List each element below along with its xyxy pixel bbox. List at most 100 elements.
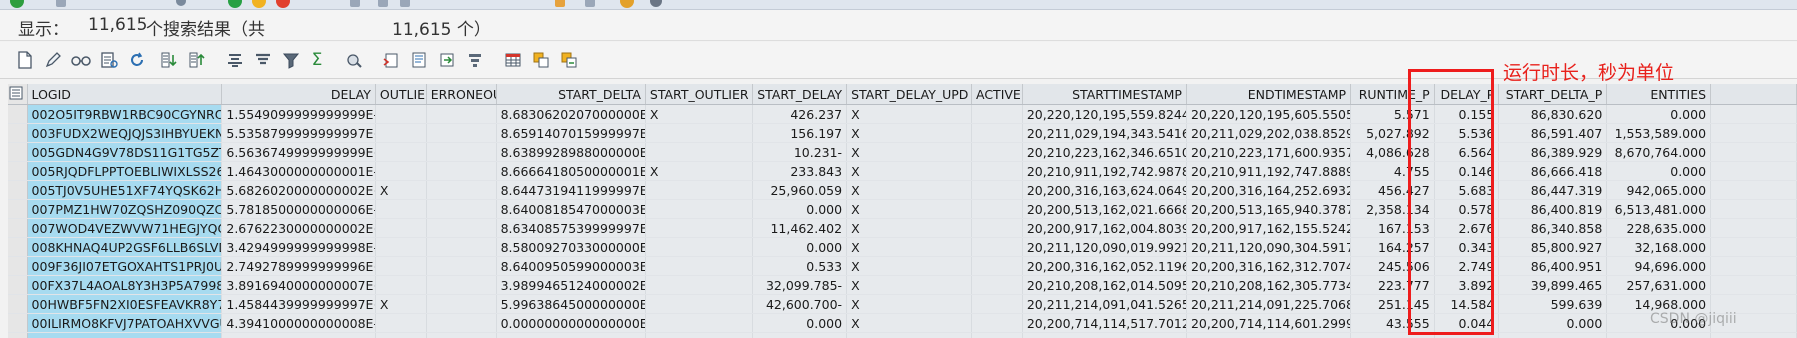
cell-delay[interactable]: 7.2832100000000001E+00 [221, 332, 376, 338]
cell-start-outlier[interactable] [645, 256, 753, 276]
cell-outlier[interactable] [375, 275, 427, 295]
cell-erroneous[interactable] [426, 218, 497, 238]
cell-delay-p[interactable]: 5.683 [1434, 180, 1500, 200]
cell-start-outlier[interactable] [645, 199, 753, 219]
cell-start-delta[interactable]: 8.6830620207000000E+04 [496, 104, 646, 124]
cell-start-delta-p[interactable]: 86,400.951 [1498, 256, 1608, 276]
cell-start-delta-p[interactable]: 86,340.858 [1498, 218, 1608, 238]
cell-starttimestamp[interactable]: 20,200,316,163,624.0649460 [1022, 180, 1187, 200]
cell-active[interactable] [971, 142, 1023, 162]
cell-outlier[interactable] [375, 313, 427, 333]
row-selector[interactable] [8, 332, 28, 338]
sum-icon[interactable]: Σ [306, 49, 328, 71]
cell-active[interactable] [971, 180, 1023, 200]
export-icon[interactable] [380, 49, 402, 71]
cell-logid[interactable]: 00ILIRMO8KFVJ7PATOAHXVVGU [27, 313, 223, 333]
table-row[interactable]: 007WOD4VEZWVW71HEGJYQQ6MM2.6762230000000… [8, 218, 1797, 238]
cell-start-outlier[interactable] [645, 237, 753, 257]
layout-icon[interactable] [585, 0, 595, 7]
cell-start-delay-upd[interactable]: X [846, 294, 972, 314]
cell-starttimestamp[interactable]: 20,211,214,091,041.5265310 [1022, 294, 1187, 314]
cell-runtime-p[interactable]: 245.506 [1350, 256, 1435, 276]
row-selector[interactable] [8, 104, 28, 124]
cell-delay[interactable]: 3.8916940000000007E+00 [221, 275, 376, 295]
cell-start-delay-upd[interactable]: X [846, 104, 972, 124]
find-icon[interactable] [378, 0, 388, 7]
cell-start-delta[interactable]: 8.6400950599000003E+04 [496, 256, 646, 276]
sort-descending-icon[interactable] [186, 49, 208, 71]
cell-start-delay[interactable]: 426.237 [752, 104, 848, 124]
cell-start-delta-p[interactable]: 39,899.465 [1498, 275, 1608, 295]
cell-start-delta[interactable]: 8.6400818547000003E+04 [496, 199, 646, 219]
cell-runtime-p[interactable]: 2,358.134 [1350, 199, 1435, 219]
cell-start-delay[interactable]: 0.000 [752, 313, 848, 333]
refresh-icon[interactable] [126, 49, 148, 71]
cell-delay[interactable]: 2.6762230000000002E+00 [221, 218, 376, 238]
cell-start-delta[interactable]: 8.6666418050000001E+04 [496, 161, 646, 181]
cell-delay-p[interactable]: 5.536 [1434, 123, 1500, 143]
details-icon[interactable] [98, 49, 120, 71]
cell-start-delta-p[interactable]: 86,389.929 [1498, 142, 1608, 162]
cell-active[interactable] [971, 161, 1023, 181]
cell-outlier[interactable] [375, 104, 427, 124]
save-icon[interactable] [56, 0, 66, 7]
column-header[interactable]: START_DELAY_UPD [846, 84, 972, 105]
cell-start-delay-upd[interactable]: X [846, 161, 972, 181]
column-header[interactable]: ENDTIMESTAMP [1186, 84, 1352, 105]
new-doc-icon[interactable] [14, 49, 36, 71]
table-row[interactable]: 00ILIRMO8KFVJ7PATOAHXVVGU 4.3941000000000… [8, 313, 1797, 333]
cell-starttimestamp[interactable]: 20,200,513,162,021.6668260 [1022, 199, 1187, 219]
cell-starttimestamp[interactable]: 20,210,208,162,014.5095290 [1022, 275, 1187, 295]
back-icon[interactable] [10, 0, 24, 8]
cell-delay-p[interactable]: 14.584 [1434, 294, 1500, 314]
cell-start-outlier[interactable] [645, 313, 753, 333]
column-header[interactable]: START_OUTLIER [645, 84, 753, 105]
table-row[interactable]: 008KHNAQ4UP2GSF6LLB6SLVDB 3.4294999999999… [8, 237, 1797, 257]
select-all-icon[interactable] [8, 84, 28, 105]
cell-logid[interactable]: 00HWBF5FN2XI0ESFEAVKR8Y7 [27, 294, 223, 314]
abc-analysis-icon[interactable] [464, 49, 486, 71]
cell-logid[interactable]: 002O5IT9RBW1RBC90CGYNROY7 [27, 104, 223, 124]
cell-erroneous[interactable] [426, 142, 497, 162]
cell-start-delta-p[interactable]: 86,400.819 [1498, 199, 1608, 219]
cell-start-outlier[interactable] [645, 142, 753, 162]
column-header[interactable]: START_DELTA [496, 84, 646, 105]
cell-starttimestamp[interactable]: 20,200,428,162,011.2670600 [1022, 332, 1187, 338]
cell-entities[interactable]: 0.000 [1606, 161, 1712, 181]
cell-endtimestamp[interactable]: 20,200,428,162,030.2999000 [1186, 332, 1352, 338]
row-selector[interactable] [8, 237, 28, 257]
row-selector[interactable] [8, 275, 28, 295]
cell-start-outlier[interactable]: X [645, 104, 753, 124]
row-selector[interactable] [8, 123, 28, 143]
cell-delay[interactable]: 1.5549099999999999E-01 [221, 104, 376, 124]
row-selector[interactable] [8, 218, 28, 238]
cell-entities[interactable]: 0.000 [1606, 104, 1712, 124]
cell-delay-p[interactable]: 7.283 [1434, 332, 1500, 338]
cell-delay[interactable]: 2.7492789999999996E+00 [221, 256, 376, 276]
cell-erroneous[interactable] [426, 199, 497, 219]
column-header[interactable]: ENTITIES [1606, 84, 1712, 105]
cell-starttimestamp[interactable]: 20,211,120,090,019.9921840 [1022, 237, 1187, 257]
cell-start-delay[interactable]: 32,099.785- [752, 275, 848, 295]
cell-logid[interactable]: 005GDN4G9V78DS11G1TG5ZTOU [27, 142, 223, 162]
cell-active[interactable] [971, 256, 1023, 276]
cell-entities[interactable]: 240.000 [1606, 332, 1712, 338]
cell-delay-p[interactable]: 0.155 [1434, 104, 1500, 124]
cell-delay-p[interactable]: 6.564 [1434, 142, 1500, 162]
cell-start-delay[interactable]: 156.197 [752, 123, 848, 143]
cell-starttimestamp[interactable]: 20,200,917,162,004.8039360 [1022, 218, 1187, 238]
cell-entities[interactable]: 8,670,764.000 [1606, 142, 1712, 162]
cell-starttimestamp[interactable]: 20,220,120,195,559.8244930 [1022, 104, 1187, 124]
cell-start-outlier[interactable] [645, 180, 753, 200]
cell-delay[interactable]: 5.7818500000000006E-01 [221, 199, 376, 219]
cell-endtimestamp[interactable]: 20,210,223,171,600.9357540 [1186, 142, 1352, 162]
cell-start-delay[interactable]: 10.231- [752, 142, 848, 162]
cell-endtimestamp[interactable]: 20,200,316,164,252.6932080 [1186, 180, 1352, 200]
glasses-icon[interactable] [70, 49, 92, 71]
cell-start-delay[interactable]: 69.283 [752, 332, 848, 338]
sort-ascending-icon[interactable] [158, 49, 180, 71]
cell-start-delta-p[interactable]: 599.639 [1498, 294, 1608, 314]
cell-outlier[interactable]: X [375, 180, 427, 200]
cell-logid[interactable]: 005RJQDFLPPTOEBLIWIXLSS26 [27, 161, 223, 181]
cell-logid[interactable]: 005TJ0V5UHE51XF74YQSK62HB [27, 180, 223, 200]
